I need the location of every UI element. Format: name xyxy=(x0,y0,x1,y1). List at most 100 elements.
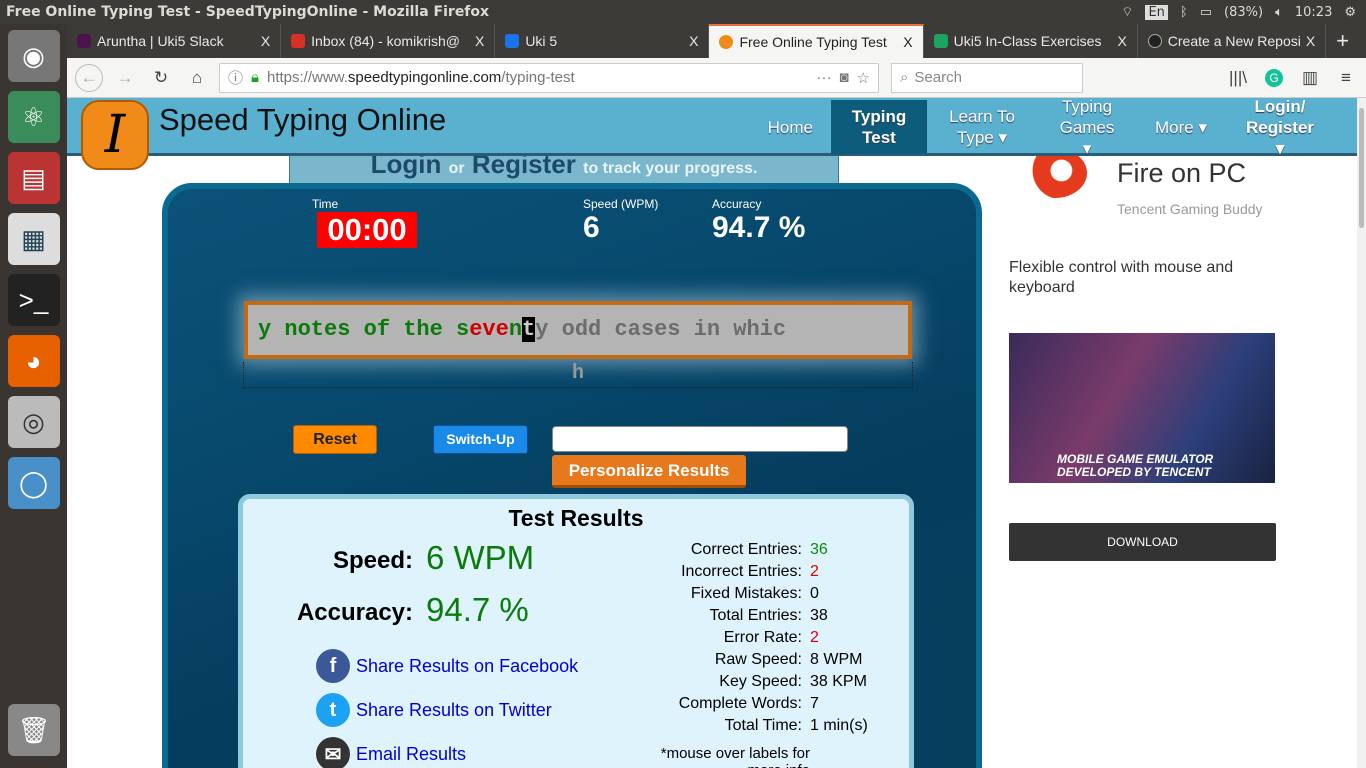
stat-label[interactable]: Total Entries: xyxy=(633,607,810,629)
site-logo[interactable]: I xyxy=(81,100,149,170)
stat-label[interactable]: Fixed Mistakes: xyxy=(633,585,810,607)
menu-typing-test[interactable]: Typing Test xyxy=(831,100,927,154)
menu-home[interactable]: Home xyxy=(750,100,831,154)
menu-learn-to-type[interactable]: Learn To Type ▾ xyxy=(927,100,1037,154)
libreoffice-draw-icon[interactable]: ▦ xyxy=(7,213,60,265)
switch-up-button[interactable]: Switch-Up xyxy=(433,425,528,454)
stat-row: Correct Entries: 36 xyxy=(633,541,890,563)
stat-row: Complete Words: 7 xyxy=(633,695,890,717)
site-name[interactable]: Speed Typing Online xyxy=(159,102,446,138)
atom-icon[interactable]: ⚛ xyxy=(7,91,60,143)
close-icon[interactable]: X xyxy=(475,33,484,49)
tab-favicon xyxy=(291,34,306,48)
typing-test-board: Time 00:00 Speed (WPM) 6 Accuracy 94.7 %… xyxy=(162,183,982,768)
browser-tab[interactable]: Uki5 In-Class Exercises X xyxy=(924,24,1138,58)
download-button[interactable]: DOWNLOAD xyxy=(1009,523,1276,561)
share-facebook-link[interactable]: f Share Results on Facebook xyxy=(316,649,578,683)
stat-label[interactable]: Correct Entries: xyxy=(633,541,810,563)
window-title: Free Online Typing Test - SpeedTypingOnl… xyxy=(6,4,490,20)
browser-tab[interactable]: Inbox (84) - komikrish@ X xyxy=(281,24,496,58)
stat-label[interactable]: Raw Speed: xyxy=(633,651,810,673)
browser-tab[interactable]: Create a New RepositoryX xyxy=(1138,24,1327,58)
tab-bar: Aruntha | Uki5 Slack X Inbox (84) - komik… xyxy=(67,24,1366,58)
stat-label[interactable]: Key Speed: xyxy=(633,673,810,695)
launcher: ◉ ⚛ ▤ ▦ >_ ◕ ◎ ◯ 🗑︎ xyxy=(0,24,67,768)
stat-value: 2 xyxy=(810,629,819,646)
ubuntu-icon[interactable]: ◉ xyxy=(7,30,60,82)
scrollbar-thumb[interactable] xyxy=(1359,108,1364,228)
share-twitter-link[interactable]: t Share Results on Twitter xyxy=(316,693,552,727)
library-icon[interactable]: |||\ xyxy=(1224,64,1252,92)
chromium-icon[interactable]: ◯ xyxy=(7,457,60,509)
home-button[interactable]: ⌂ xyxy=(183,64,211,92)
clock[interactable]: 10:23 xyxy=(1295,5,1332,20)
stat-row: Total Time: 1 min(s) xyxy=(633,717,890,739)
result-accuracy: 94.7 % xyxy=(426,591,529,628)
page-scrollbar[interactable] xyxy=(1357,98,1366,768)
stat-value: 38 xyxy=(810,607,828,624)
trash-icon[interactable]: 🗑︎ xyxy=(8,704,60,756)
stat-label[interactable]: Incorrect Entries: xyxy=(633,563,810,585)
url-bar[interactable]: ⓘ 🔒︎ https://www.speedtypingonline.com/t… xyxy=(219,62,879,93)
close-icon[interactable]: X xyxy=(903,34,912,50)
close-icon[interactable]: X xyxy=(1306,33,1315,49)
terminal-icon[interactable]: >_ xyxy=(7,274,60,326)
browser-tab[interactable]: Uki 5X xyxy=(495,24,710,58)
browser-tab-active[interactable]: Free Online Typing Test X xyxy=(709,24,924,58)
stat-value: 2 xyxy=(810,563,819,580)
reset-button[interactable]: Reset xyxy=(293,425,377,454)
menu-icon[interactable]: ≡ xyxy=(1332,64,1360,92)
stat-value: 0 xyxy=(810,585,819,602)
sidebar-icon[interactable]: ▥ xyxy=(1296,64,1324,92)
site-menu: Home Typing Test Learn To Type ▾ Typing … xyxy=(750,98,1335,158)
browser-tab[interactable]: Aruntha | Uki5 Slack X xyxy=(67,24,282,58)
navigation-bar: ← → ↻ ⌂ ⓘ 🔒︎ https://www.speedtypingonli… xyxy=(67,58,1366,98)
camera-icon[interactable]: ◎ xyxy=(7,396,60,448)
test-results-panel: Test Results Speed: 6 WPM Accuracy: 94.7… xyxy=(238,494,914,768)
firefox-icon[interactable]: ◕ xyxy=(7,335,60,387)
stat-label[interactable]: Complete Words: xyxy=(633,695,810,717)
os-top-bar: Free Online Typing Test - SpeedTypingOnl… xyxy=(0,0,1366,24)
bookmark-star-icon[interactable]: ☆ xyxy=(857,69,870,87)
more-icon[interactable]: ··· xyxy=(816,69,831,86)
stat-label[interactable]: Total Time: xyxy=(633,717,810,739)
results-name-input[interactable] xyxy=(552,426,848,452)
facebook-icon: f xyxy=(316,649,350,683)
typing-text-box[interactable]: y notes of the seventy odd cases in whic xyxy=(244,301,912,359)
forward-button[interactable]: → xyxy=(111,64,139,92)
email-results-link[interactable]: ✉ Email Results xyxy=(316,737,466,768)
pocket-icon[interactable]: ◙ xyxy=(839,69,848,86)
info-icon[interactable]: ⓘ xyxy=(228,67,243,88)
stat-value: 38 KPM xyxy=(810,673,867,690)
bluetooth-icon[interactable]: ᛒ xyxy=(1180,5,1188,20)
close-icon[interactable]: X xyxy=(689,33,698,49)
personalize-results-button[interactable]: Personalize Results xyxy=(552,455,746,488)
speed-value: 6 xyxy=(583,211,600,244)
close-icon[interactable]: X xyxy=(261,33,270,49)
lock-icon: 🔒︎ xyxy=(251,69,259,86)
search-input[interactable]: ⌕ Search xyxy=(891,62,1083,93)
close-icon[interactable]: X xyxy=(1117,33,1126,49)
wifi-icon[interactable]: ⌔ xyxy=(1121,4,1133,20)
battery-icon[interactable]: ▭ xyxy=(1200,5,1212,20)
menu-typing-games[interactable]: Typing Games ▾ xyxy=(1037,98,1137,158)
volume-icon[interactable]: 🔈︎ xyxy=(1275,5,1283,20)
files-icon[interactable]: ▤ xyxy=(7,152,60,204)
grammarly-icon[interactable]: G xyxy=(1260,64,1288,92)
stat-row: Key Speed: 38 KPM xyxy=(633,673,890,695)
menu-login-register[interactable]: Login/ Register ▾ xyxy=(1225,98,1335,158)
ad-banner-image[interactable]: MOBILE GAME EMULATOR DEVELOPED BY TENCEN… xyxy=(1009,333,1275,483)
tab-favicon xyxy=(1147,34,1162,48)
site-header: I Speed Typing Online Home Typing Test L… xyxy=(67,98,1357,170)
new-tab-button[interactable]: + xyxy=(1326,24,1366,58)
keyboard-indicator[interactable]: En xyxy=(1145,4,1168,20)
menu-more[interactable]: More ▾ xyxy=(1137,100,1225,154)
stat-row: Incorrect Entries: 2 xyxy=(633,563,890,585)
tab-favicon xyxy=(77,34,91,48)
reload-button[interactable]: ↻ xyxy=(147,64,175,92)
stat-label[interactable]: Error Rate: xyxy=(633,629,810,651)
stat-value: 8 WPM xyxy=(810,651,863,668)
gear-icon[interactable]: ⚙ xyxy=(1344,5,1356,20)
back-button[interactable]: ← xyxy=(75,63,103,92)
stat-row: Error Rate: 2 xyxy=(633,629,890,651)
